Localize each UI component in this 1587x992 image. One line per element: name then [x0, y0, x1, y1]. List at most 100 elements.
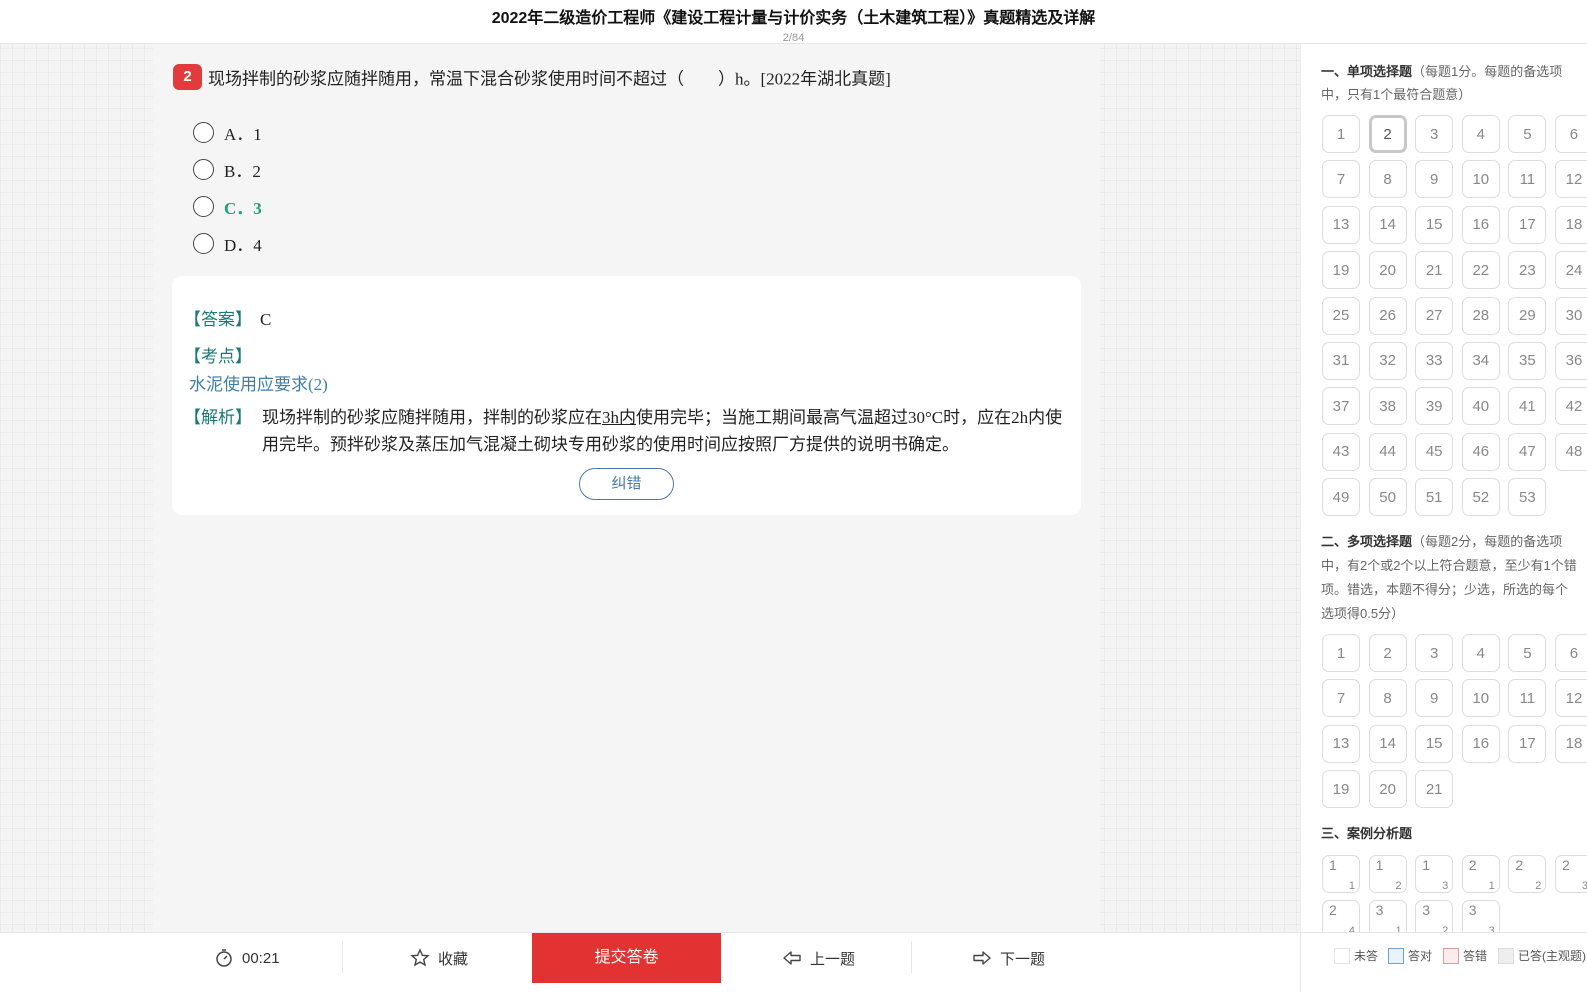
- question-cell[interactable]: 14: [1368, 724, 1407, 763]
- question-cell[interactable]: 13: [1322, 205, 1360, 244]
- question-cell[interactable]: 49: [1322, 478, 1360, 517]
- question-cell[interactable]: 2: [1368, 115, 1407, 153]
- question-cell[interactable]: 10: [1461, 160, 1500, 199]
- question-cell[interactable]: 3: [1415, 634, 1454, 672]
- radio-circle-icon[interactable]: [193, 233, 214, 254]
- question-cell[interactable]: 20: [1368, 251, 1407, 290]
- option-label: C．3: [224, 199, 262, 218]
- question-cell[interactable]: 12: [1554, 679, 1587, 718]
- question-cell[interactable]: 17: [1508, 724, 1547, 763]
- question-cell[interactable]: 40: [1461, 387, 1500, 426]
- question-cell[interactable]: 33: [1415, 341, 1454, 380]
- question-cell[interactable]: 47: [1508, 432, 1547, 471]
- question-cell[interactable]: 11: [1508, 160, 1547, 199]
- case-question-cell[interactable]: 13: [1415, 855, 1454, 893]
- question-cell[interactable]: 21: [1415, 251, 1454, 290]
- favorite-button[interactable]: 收藏: [410, 933, 468, 983]
- question-cell[interactable]: 6: [1554, 115, 1587, 153]
- question-cell[interactable]: 20: [1368, 770, 1407, 809]
- question-cell[interactable]: 7: [1322, 679, 1360, 718]
- option-c[interactable]: C．3: [193, 188, 262, 225]
- radio-circle-icon[interactable]: [193, 122, 214, 143]
- question-cell[interactable]: 52: [1461, 478, 1500, 517]
- question-cell[interactable]: 50: [1368, 478, 1407, 517]
- option-d[interactable]: D．4: [193, 225, 262, 262]
- case-question-cell[interactable]: 12: [1368, 855, 1407, 893]
- question-cell[interactable]: 41: [1508, 387, 1547, 426]
- case-subnumber: 2: [1535, 880, 1542, 892]
- question-cell[interactable]: 19: [1322, 251, 1360, 290]
- question-cell[interactable]: 23: [1508, 251, 1547, 290]
- question-cell[interactable]: 5: [1508, 634, 1547, 672]
- next-question-button[interactable]: 下一题: [972, 933, 1045, 983]
- question-cell[interactable]: 46: [1461, 432, 1500, 471]
- case-question-cell[interactable]: 21: [1461, 855, 1500, 893]
- question-cell[interactable]: 9: [1415, 679, 1454, 718]
- case-question-cell[interactable]: 11: [1322, 855, 1360, 893]
- question-cell[interactable]: 15: [1415, 205, 1454, 244]
- question-cell[interactable]: 38: [1368, 387, 1407, 426]
- question-cell[interactable]: 8: [1368, 679, 1407, 718]
- question-cell[interactable]: 26: [1368, 296, 1407, 335]
- question-cell[interactable]: 17: [1508, 205, 1547, 244]
- question-cell[interactable]: 3: [1415, 115, 1454, 153]
- question-cell[interactable]: 12: [1554, 160, 1587, 199]
- question-cell[interactable]: 4: [1461, 634, 1500, 672]
- question-cell[interactable]: 18: [1554, 724, 1587, 763]
- knowledge-point-link[interactable]: 水泥使用应要求(2): [189, 370, 328, 395]
- question-cell[interactable]: 6: [1554, 634, 1587, 672]
- question-cell[interactable]: 9: [1415, 160, 1454, 199]
- question-cell[interactable]: 53: [1508, 478, 1547, 517]
- question-cell[interactable]: 10: [1461, 679, 1500, 718]
- option-a[interactable]: A．1: [193, 114, 262, 151]
- question-cell[interactable]: 51: [1415, 478, 1454, 517]
- question-cell[interactable]: 21: [1415, 770, 1454, 809]
- question-cell[interactable]: 11: [1508, 679, 1547, 718]
- question-cell[interactable]: 27: [1415, 296, 1454, 335]
- case-question-cell[interactable]: 31: [1368, 900, 1407, 932]
- question-cell[interactable]: 43: [1322, 432, 1360, 471]
- question-cell[interactable]: 19: [1322, 770, 1360, 809]
- question-cell[interactable]: 39: [1415, 387, 1454, 426]
- question-cell[interactable]: 34: [1461, 341, 1500, 380]
- question-cell[interactable]: 37: [1322, 387, 1360, 426]
- question-cell[interactable]: 31: [1322, 341, 1360, 380]
- question-cell[interactable]: 1: [1322, 634, 1360, 672]
- question-cell[interactable]: 42: [1554, 387, 1587, 426]
- case-question-cell[interactable]: 33: [1461, 900, 1500, 932]
- question-cell[interactable]: 15: [1415, 724, 1454, 763]
- question-cell[interactable]: 44: [1368, 432, 1407, 471]
- question-cell[interactable]: 35: [1508, 341, 1547, 380]
- question-cell[interactable]: 30: [1554, 296, 1587, 335]
- question-cell[interactable]: 1: [1322, 115, 1360, 153]
- question-cell[interactable]: 18: [1554, 205, 1587, 244]
- question-cell[interactable]: 24: [1554, 251, 1587, 290]
- question-cell[interactable]: 16: [1461, 724, 1500, 763]
- case-question-cell[interactable]: 22: [1508, 855, 1547, 893]
- question-cell[interactable]: 14: [1368, 205, 1407, 244]
- question-cell[interactable]: 29: [1508, 296, 1547, 335]
- case-question-cell[interactable]: 23: [1554, 855, 1587, 893]
- case-question-cell[interactable]: 32: [1415, 900, 1454, 932]
- question-cell[interactable]: 22: [1461, 251, 1500, 290]
- question-cell[interactable]: 5: [1508, 115, 1547, 153]
- question-cell[interactable]: 36: [1554, 341, 1587, 380]
- option-b[interactable]: B．2: [193, 151, 262, 188]
- question-cell[interactable]: 32: [1368, 341, 1407, 380]
- question-cell[interactable]: 48: [1554, 432, 1587, 471]
- submit-button[interactable]: 提交答卷: [532, 933, 721, 983]
- question-cell[interactable]: 8: [1368, 160, 1407, 199]
- question-cell[interactable]: 4: [1461, 115, 1500, 153]
- question-cell[interactable]: 25: [1322, 296, 1360, 335]
- case-question-cell[interactable]: 24: [1322, 900, 1360, 932]
- question-cell[interactable]: 7: [1322, 160, 1360, 199]
- question-cell[interactable]: 45: [1415, 432, 1454, 471]
- question-cell[interactable]: 28: [1461, 296, 1500, 335]
- prev-question-button[interactable]: 上一题: [782, 933, 855, 983]
- radio-circle-icon[interactable]: [193, 196, 214, 217]
- question-cell[interactable]: 16: [1461, 205, 1500, 244]
- question-cell[interactable]: 13: [1322, 724, 1360, 763]
- radio-circle-icon[interactable]: [193, 159, 214, 180]
- question-cell[interactable]: 2: [1368, 634, 1407, 672]
- report-error-button[interactable]: 纠错: [579, 468, 674, 500]
